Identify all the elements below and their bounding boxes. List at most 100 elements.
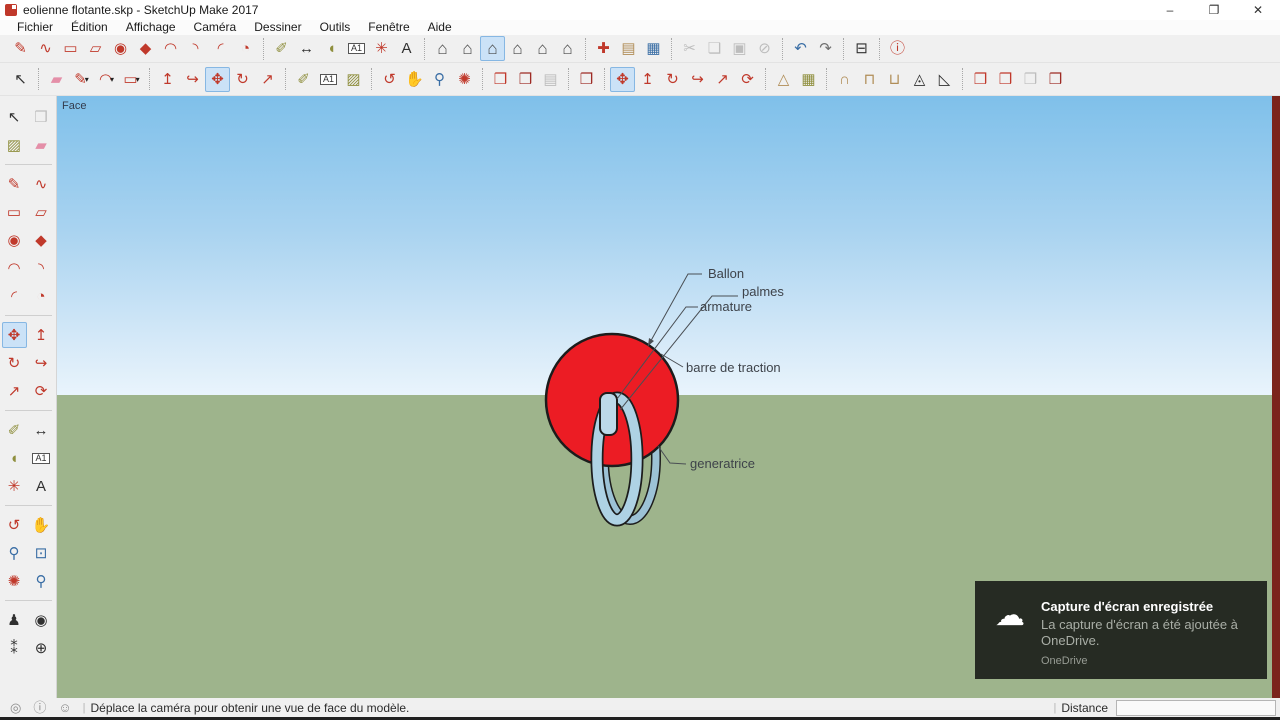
push-pull-tool-button[interactable]: ↥ — [29, 322, 54, 348]
rotate-tool-button[interactable]: ↻ — [660, 67, 685, 92]
menu-aide[interactable]: Aide — [419, 20, 461, 35]
status-geolocation-icon[interactable]: ◎ — [10, 700, 21, 715]
3d-text-tool-button[interactable]: A — [394, 36, 419, 61]
menu-affichage[interactable]: Affichage — [117, 20, 185, 35]
print-button[interactable]: ⊟ — [849, 36, 874, 61]
onedrive-notification-toast[interactable]: ☁ Capture d'écran enregistrée La capture… — [975, 581, 1267, 679]
extension-warehouse-2-button[interactable]: ❒ — [1043, 67, 1068, 92]
move-tool-button[interactable]: ✥ — [205, 66, 230, 92]
follow-me-tool-button[interactable]: ↪ — [29, 350, 54, 376]
walk-tool-button[interactable]: ⁑ — [2, 635, 27, 661]
section-plane-tool-button[interactable]: ⊕ — [29, 635, 54, 661]
paint-bucket-tool-button[interactable]: ▨ — [341, 67, 366, 92]
orbit-tool-button[interactable]: ↺ — [377, 67, 402, 92]
erase-button[interactable]: ⊘ — [752, 36, 777, 61]
freehand-tool-button[interactable]: ∿ — [33, 36, 58, 61]
share-component-button[interactable]: ❒ — [1018, 67, 1043, 92]
redo-button[interactable]: ↷ — [813, 36, 838, 61]
rotate-tool-button[interactable]: ↻ — [2, 350, 27, 376]
line-tool-button[interactable]: ✎ — [2, 171, 27, 197]
rotate-tool-button[interactable]: ↻ — [230, 67, 255, 92]
protractor-tool-button[interactable]: ◖ — [319, 36, 344, 61]
dimension-tool-button[interactable]: ↔ — [294, 36, 319, 61]
generator-hub[interactable] — [599, 392, 618, 436]
text-tool-button[interactable]: A1 — [29, 445, 54, 471]
dropdown-arrow-icon[interactable]: ▾ — [85, 75, 89, 84]
line-tool-button[interactable]: ✎ — [8, 36, 33, 61]
view-left-button[interactable]: ⌂ — [555, 36, 580, 61]
3d-warehouse-button[interactable]: ❒ — [488, 67, 513, 92]
rectangle-tool-button[interactable]: ▭ — [58, 36, 83, 61]
sandbox-from-contours-button[interactable]: △ — [771, 67, 796, 92]
drape-tool-button[interactable]: ⊔ — [882, 67, 907, 92]
select-tool-button[interactable]: ↖ — [2, 104, 27, 130]
scale-tool-button[interactable]: ↗ — [2, 378, 27, 404]
view-back-button[interactable]: ⌂ — [530, 36, 555, 61]
add-detail-tool-button[interactable]: ◬ — [907, 67, 932, 92]
tape-measure-tool-button[interactable]: ✐ — [269, 36, 294, 61]
make-component-button[interactable]: ❒ — [29, 104, 54, 130]
dropdown-arrow-icon[interactable]: ▾ — [110, 75, 114, 84]
pie-tool-button[interactable]: ◔ — [233, 36, 258, 61]
three-point-arc-tool-button[interactable]: ◜ — [208, 36, 233, 61]
zoom-extents-button[interactable]: ✺ — [452, 67, 477, 92]
circle-tool-button[interactable]: ◉ — [108, 36, 133, 61]
follow-me-tool-button[interactable]: ↪ — [180, 67, 205, 92]
model-info-button[interactable]: ⓘ — [885, 36, 910, 61]
rectangle-tool-button[interactable]: ▭ — [2, 199, 27, 225]
menu-dessiner[interactable]: Dessiner — [245, 20, 310, 35]
move-tool-button[interactable]: ✥ — [1, 322, 27, 348]
two-point-arc-tool-button[interactable]: ◝ — [183, 36, 208, 61]
dropdown-arrow-icon[interactable]: ▾ — [136, 75, 140, 84]
tape-measure-tool-button[interactable]: ✐ — [291, 67, 316, 92]
menu-outils[interactable]: Outils — [311, 20, 360, 35]
orbit-tool-button[interactable]: ↺ — [2, 512, 27, 538]
close-button[interactable]: ✕ — [1236, 0, 1280, 20]
menu-edition[interactable]: Édition — [62, 20, 117, 35]
look-around-tool-button[interactable]: ◉ — [29, 607, 54, 633]
move-tool-button[interactable]: ✥ — [610, 66, 635, 92]
follow-me-tool-button[interactable]: ↪ — [685, 67, 710, 92]
arc-tool-button[interactable]: ◠ — [158, 36, 183, 61]
push-pull-tool-button[interactable]: ↥ — [155, 67, 180, 92]
new-file-button[interactable]: ✚ — [591, 36, 616, 61]
pie-tool-button[interactable]: ◔ — [29, 283, 54, 309]
polygon-tool-button[interactable]: ◆ — [133, 36, 158, 61]
3d-text-tool-button[interactable]: A — [29, 473, 54, 499]
scale-tool-button[interactable]: ↗ — [255, 67, 280, 92]
extension-warehouse-button[interactable]: ❒ — [574, 67, 599, 92]
polygon-tool-button[interactable]: ◆ — [29, 227, 54, 253]
share-model-button[interactable]: ❒ — [513, 67, 538, 92]
pan-tool-button[interactable]: ✋ — [402, 67, 427, 92]
axes-tool-button[interactable]: ✳ — [369, 36, 394, 61]
measurement-input[interactable] — [1116, 699, 1276, 716]
zoom-previous-button[interactable]: ⚲ — [29, 568, 54, 594]
zoom-extents-button[interactable]: ✺ — [2, 568, 27, 594]
view-iso-button[interactable]: ⌂ — [430, 36, 455, 61]
share-model-upload-button[interactable]: ❒ — [993, 67, 1018, 92]
arc-tool-button[interactable]: ◠ ▾ — [94, 67, 119, 92]
get-models-button[interactable]: ❒ — [968, 67, 993, 92]
undo-button[interactable]: ↶ — [788, 36, 813, 61]
eraser-tool-button[interactable]: ▰ — [44, 67, 69, 92]
open-file-button[interactable]: ▤ — [616, 36, 641, 61]
zoom-window-tool-button[interactable]: ⊡ — [29, 540, 54, 566]
view-front-button[interactable]: ⌂ — [480, 36, 505, 61]
axes-tool-button[interactable]: ✳ — [2, 473, 27, 499]
line-tool-button[interactable]: ✎ ▾ — [69, 67, 94, 92]
dimension-tool-button[interactable]: ↔ — [29, 417, 54, 443]
position-camera-tool-button[interactable]: ♟ — [2, 607, 27, 633]
paste-button[interactable]: ▣ — [727, 36, 752, 61]
flip-edge-tool-button[interactable]: ◺ — [932, 67, 957, 92]
rectangle-tool-button[interactable]: ▭ ▾ — [119, 67, 144, 92]
zoom-tool-button[interactable]: ⚲ — [2, 540, 27, 566]
copy-button[interactable]: ❏ — [702, 36, 727, 61]
three-point-arc-tool-button[interactable]: ◜ — [2, 283, 27, 309]
cut-button[interactable]: ✂ — [677, 36, 702, 61]
push-pull-tool-button[interactable]: ↥ — [635, 67, 660, 92]
eraser-tool-button[interactable]: ▰ — [29, 132, 54, 158]
minimize-button[interactable]: – — [1148, 0, 1192, 20]
status-claim-credit-icon[interactable]: ⓘ — [33, 700, 46, 715]
offset-tool-button[interactable]: ⟳ — [735, 67, 760, 92]
tape-measure-tool-button[interactable]: ✐ — [2, 417, 27, 443]
